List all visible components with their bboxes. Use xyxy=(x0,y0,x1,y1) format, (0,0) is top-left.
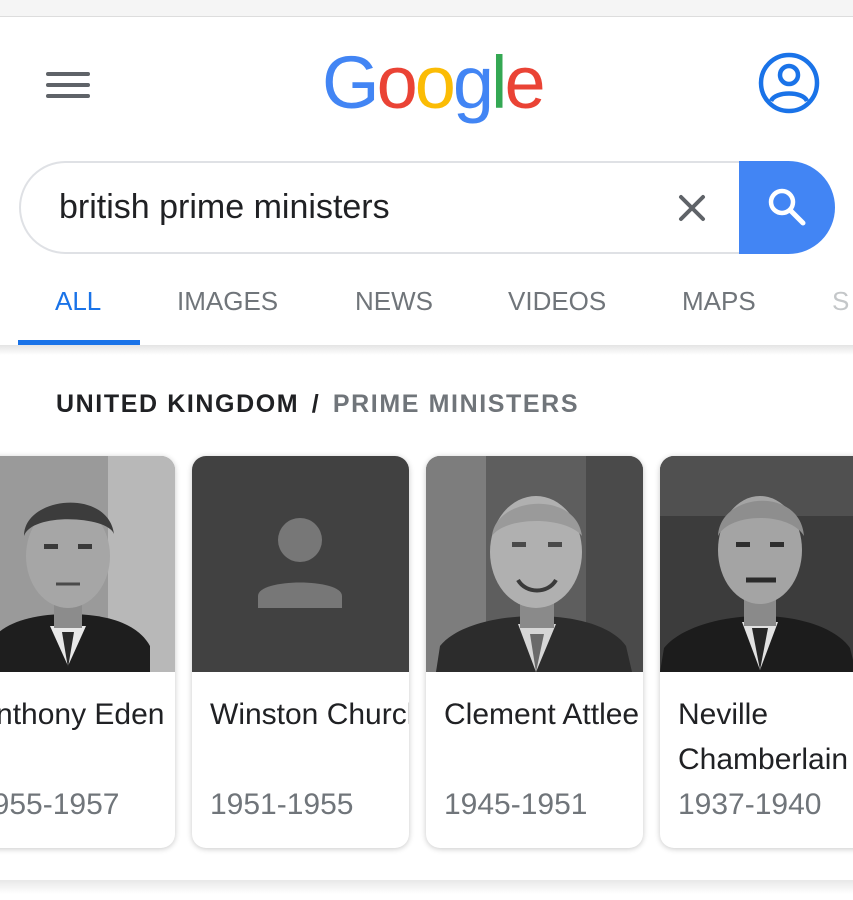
logo-letter: l xyxy=(491,41,508,124)
google-logo[interactable]: Google xyxy=(322,41,546,124)
person-card-winston-churchill[interactable]: Winston Churchill 1951-1955 xyxy=(192,456,409,848)
person-name: Neville Chamberlain xyxy=(678,698,849,776)
person-card-neville-chamberlain[interactable]: Neville Chamberlain 1937-1940 xyxy=(660,456,853,848)
logo-letter: G xyxy=(322,41,380,124)
close-icon[interactable] xyxy=(677,193,707,223)
breadcrumb-separator: / xyxy=(311,390,321,418)
top-status-strip xyxy=(0,0,853,17)
tab-partial[interactable]: S xyxy=(832,286,849,317)
person-card-clement-attlee[interactable]: Clement Attlee 1945-1951 xyxy=(426,456,643,848)
breadcrumb-main[interactable]: UNITED KINGDOM xyxy=(56,390,299,418)
hamburger-menu-icon[interactable] xyxy=(46,70,90,102)
portrait-photo xyxy=(660,456,853,672)
logo-letter: e xyxy=(504,41,545,124)
search-input[interactable]: british prime ministers xyxy=(59,188,390,227)
search-icon xyxy=(768,188,806,226)
tab-videos[interactable]: VIDEOS xyxy=(508,286,606,317)
search-box[interactable]: british prime ministers xyxy=(19,161,741,254)
account-circle-icon[interactable] xyxy=(758,52,820,114)
tabs-divider xyxy=(0,345,853,355)
tab-images[interactable]: IMAGES xyxy=(177,286,278,317)
person-card-anthony-eden[interactable]: Anthony Eden 1955-1957 xyxy=(0,456,175,848)
person-name: Clement Attlee xyxy=(444,698,640,731)
person-years: 1951-1955 xyxy=(210,788,354,821)
search-tabs: ALL IMAGES NEWS VIDEOS MAPS S xyxy=(0,272,853,345)
logo-letter: o xyxy=(376,41,418,124)
breadcrumb-sub: PRIME MINISTERS xyxy=(332,390,580,418)
tab-news[interactable]: NEWS xyxy=(355,286,433,317)
search-button[interactable] xyxy=(739,161,835,254)
portrait-photo xyxy=(0,456,175,672)
person-years: 1937-1940 xyxy=(678,788,822,821)
logo-letter: o xyxy=(414,41,456,124)
person-name: Anthony Eden xyxy=(0,698,165,731)
logo-letter: g xyxy=(452,41,494,124)
person-years: 1945-1951 xyxy=(444,788,588,821)
portrait-photo xyxy=(426,456,643,672)
bottom-divider xyxy=(0,880,853,900)
tab-all[interactable]: ALL xyxy=(55,286,101,317)
placeholder-person-icon xyxy=(258,518,342,608)
person-name: Winston Churchill xyxy=(210,698,409,731)
tab-maps[interactable]: MAPS xyxy=(682,286,756,317)
placeholder-photo xyxy=(192,456,409,672)
person-years: 1955-1957 xyxy=(0,788,120,821)
breadcrumb: UNITED KINGDOM / PRIME MINISTERS xyxy=(56,390,579,419)
